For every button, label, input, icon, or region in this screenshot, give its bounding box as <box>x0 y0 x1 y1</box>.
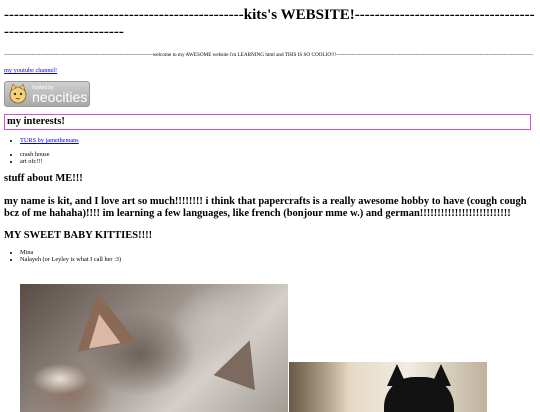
about-heading: stuff about ME!!! <box>4 173 83 184</box>
list-item: Nalayeh (or Leyley is what I call her :3… <box>20 256 536 263</box>
kitten-photo <box>20 284 288 412</box>
list-item: crash house <box>20 151 536 158</box>
list-item: Mina <box>20 249 536 256</box>
youtube-channel-link[interactable]: my youtube channel! <box>4 67 57 74</box>
interest-link[interactable]: TURS by jamethemans <box>20 137 79 144</box>
cat-ear-shape <box>387 364 407 386</box>
list-item: TURS by jamethemans <box>20 136 536 145</box>
cat-ear-shape <box>431 364 451 386</box>
welcome-text: ----------------------------------------… <box>4 52 534 58</box>
badge-big-text: neocities <box>32 89 88 105</box>
kitten-inner-ear-shape <box>83 311 121 349</box>
page-title: ----------------------------------------… <box>4 7 535 40</box>
neocities-badge[interactable]: hosted by neocities <box>4 81 90 107</box>
neocities-cat-icon <box>9 84 27 104</box>
list-item: art ofc!!! <box>20 158 536 165</box>
interests-link-list: TURS by jamethemans <box>4 136 536 145</box>
kitties-list: Mina Nalayeh (or Leyley is what I call h… <box>4 249 536 263</box>
about-text: my name is kit, and I love art so much!!… <box>4 196 527 219</box>
page-content: ----------------------------------------… <box>0 7 540 263</box>
interests-list: crash house art ofc!!! <box>4 151 536 165</box>
kitties-heading: MY SWEET BABY KITTIES!!!! <box>4 230 153 241</box>
kitten-ear-shape <box>213 332 271 391</box>
interests-heading: my interests! <box>4 114 531 130</box>
